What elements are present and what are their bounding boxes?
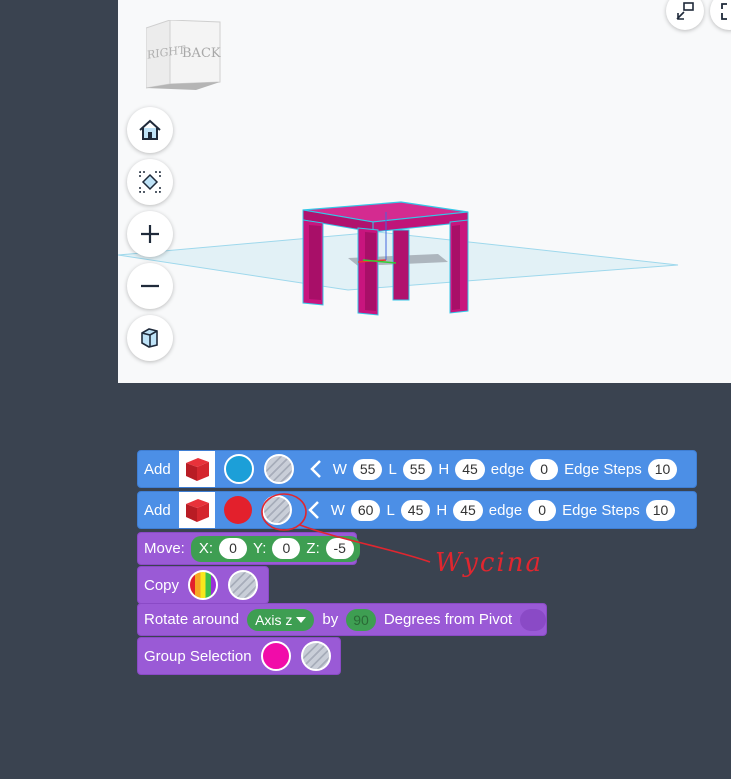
width-label: W (332, 460, 347, 478)
3d-viewport[interactable]: RIGHT BACK (118, 0, 731, 383)
add-label: Add (144, 460, 171, 478)
hole-toggle[interactable] (261, 495, 292, 525)
table-leg-shade-mid (365, 232, 376, 311)
hole-toggle[interactable] (300, 641, 331, 671)
height-input[interactable]: 45 (453, 499, 483, 521)
zoom-in-button[interactable] (127, 211, 173, 257)
solid-color-swatch[interactable] (223, 496, 252, 524)
width-input[interactable]: 60 (350, 499, 381, 521)
degrees-suffix: Degrees from Pivot (383, 611, 513, 628)
fullscreen-icon (721, 3, 727, 20)
table-leg-shade-left (309, 225, 321, 300)
copy-label: Copy (144, 576, 180, 594)
length-label: L (386, 501, 395, 519)
zoom-out-button[interactable] (127, 263, 173, 309)
box-shape-icon (185, 499, 209, 522)
group-selection-label: Group Selection (144, 647, 252, 665)
move-vector[interactable]: X: 0 Y: 0 Z: -5 (190, 535, 360, 562)
fit-view-icon (139, 171, 161, 193)
edge-input[interactable]: 0 (530, 458, 559, 480)
axis-value: Axis z (255, 611, 293, 628)
hole-toggle[interactable] (263, 454, 294, 484)
y-input[interactable]: 0 (272, 538, 301, 559)
solid-color-swatch[interactable] (223, 454, 254, 484)
x-label: X: (198, 540, 214, 557)
zoom-out-icon (141, 284, 159, 288)
length-label: L (388, 460, 397, 478)
group-selection-block[interactable]: Group Selection (137, 637, 341, 675)
axis-dropdown[interactable]: Axis z (247, 608, 315, 631)
add-block-2[interactable]: Add W 60 L 45 H 45 edge 0 Edge Steps 10 (137, 491, 697, 529)
width-label: W (330, 501, 345, 519)
degrees-input[interactable]: 90 (346, 608, 376, 631)
add-block-1[interactable]: Add W 55 L 55 H 45 edge 0 Edge Steps 10 (137, 450, 697, 488)
x-input[interactable]: 0 (219, 538, 248, 559)
annotation-text: Wycina (435, 548, 543, 578)
home-view-button[interactable] (127, 107, 173, 153)
edge-steps-label: Edge Steps (562, 501, 640, 519)
fit-view-button[interactable] (127, 159, 173, 205)
perspective-icon (141, 328, 158, 348)
table-leg-back (392, 229, 410, 301)
view-cube-back-face[interactable]: BACK (182, 46, 221, 61)
view-cube[interactable]: RIGHT BACK (145, 19, 226, 92)
group-color-swatch[interactable] (260, 641, 291, 671)
edge-steps-input[interactable]: 10 (647, 458, 678, 480)
by-label: by (322, 611, 339, 628)
width-input[interactable]: 55 (352, 458, 383, 480)
edge-steps-label: Edge Steps (564, 460, 642, 478)
add-label: Add (144, 501, 171, 519)
y-label: Y: (253, 540, 267, 557)
box-shape-thumbnail[interactable] (178, 451, 215, 487)
edge-input[interactable]: 0 (528, 499, 557, 521)
perspective-button[interactable] (127, 315, 173, 361)
pivot-slot[interactable] (520, 608, 546, 631)
chevron-down-icon (296, 616, 307, 623)
zoom-in-icon (141, 225, 159, 243)
box-shape-icon (185, 458, 209, 481)
hole-toggle[interactable] (228, 570, 259, 600)
chevron-left-icon[interactable] (307, 500, 321, 520)
move-block[interactable]: Move: X: 0 Y: 0 Z: -5 (137, 532, 360, 565)
chevron-left-icon[interactable] (309, 459, 323, 479)
edge-label: edge (490, 460, 525, 478)
home-icon (139, 119, 161, 140)
z-label: Z: (306, 540, 320, 557)
rotate-block[interactable]: Rotate around Axis z by 90 Degrees from … (137, 603, 547, 636)
rotate-label: Rotate around (144, 611, 240, 628)
height-label: H (438, 460, 450, 478)
height-label: H (436, 501, 448, 519)
multicolor-swatch[interactable] (188, 570, 219, 600)
height-input[interactable]: 45 (455, 458, 485, 480)
collapse-icon (676, 2, 694, 20)
move-label: Move: (144, 540, 185, 557)
edge-steps-input[interactable]: 10 (645, 499, 676, 521)
edge-label: edge (488, 501, 523, 519)
length-input[interactable]: 55 (402, 458, 433, 480)
copy-block[interactable]: Copy (137, 566, 269, 604)
box-shape-thumbnail[interactable] (178, 492, 215, 528)
z-input[interactable]: -5 (325, 538, 354, 559)
table-leg-shade-right (452, 225, 460, 310)
length-input[interactable]: 45 (400, 499, 431, 521)
